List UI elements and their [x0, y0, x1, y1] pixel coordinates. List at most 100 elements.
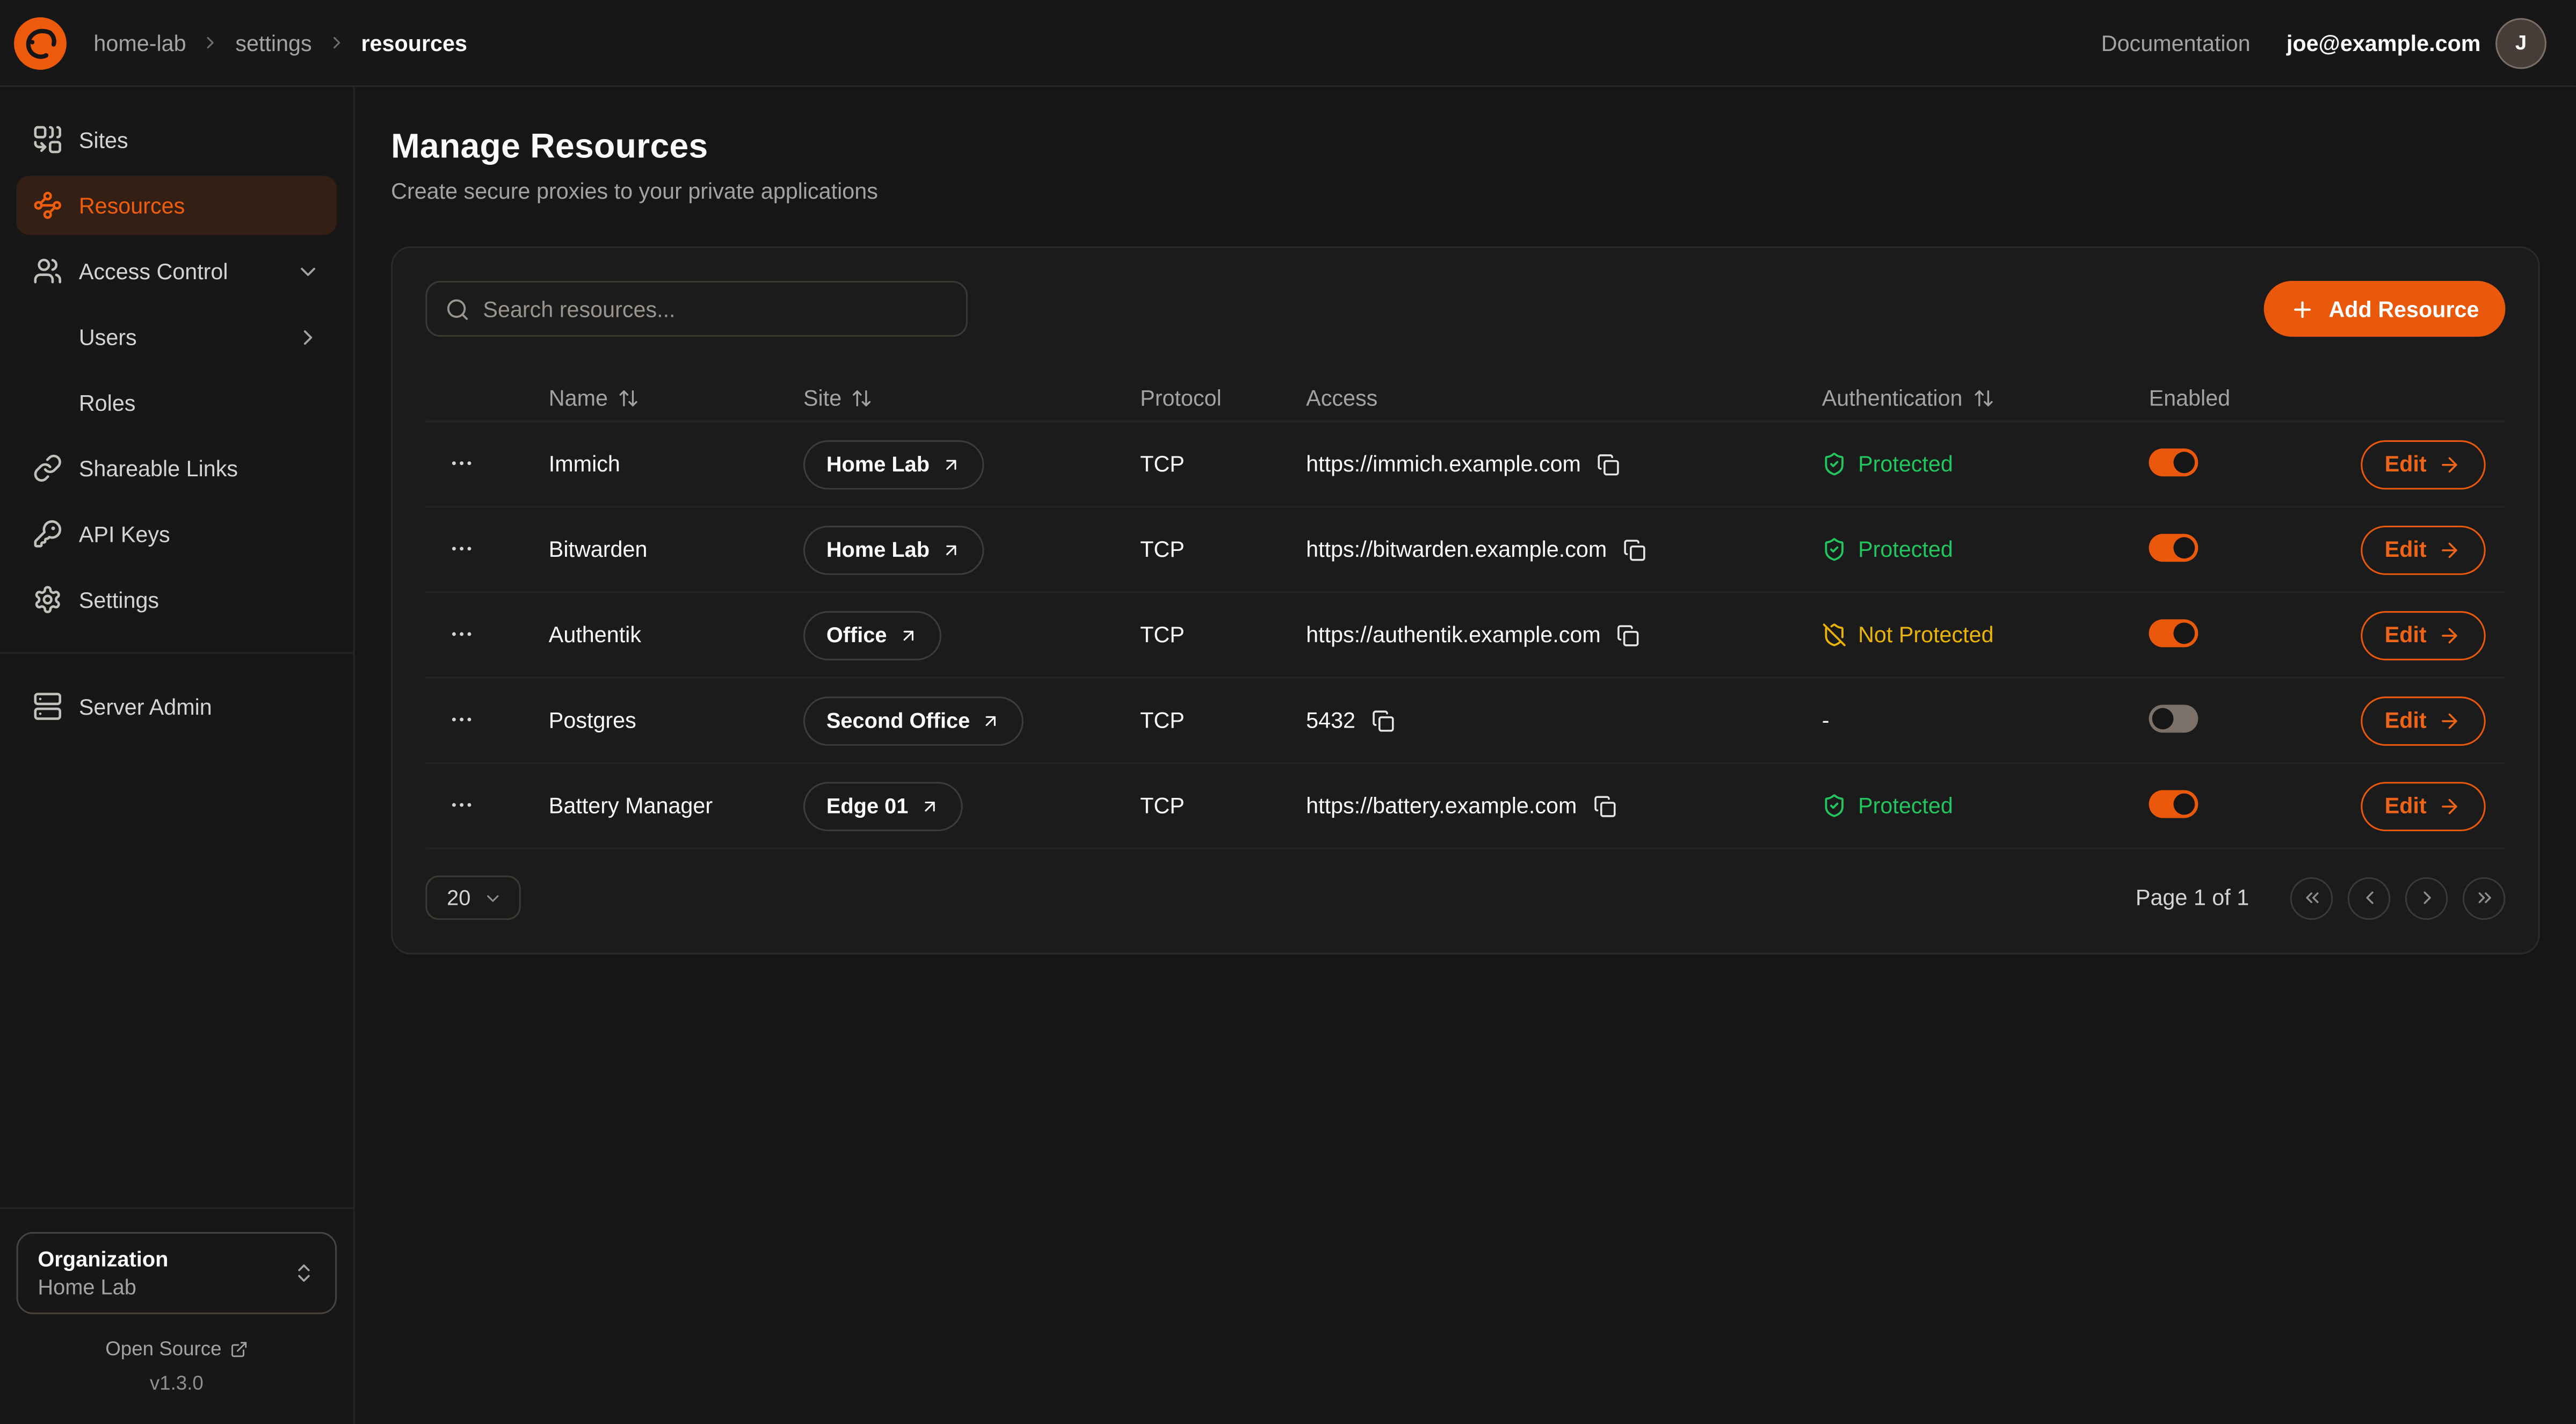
resources-card: Add Resource Name Sit	[391, 246, 2540, 955]
user-email[interactable]: joe@example.com	[2287, 31, 2481, 55]
breadcrumb-settings[interactable]: settings	[235, 31, 311, 55]
resource-protocol: TCP	[1111, 537, 1276, 562]
site-name: Second Office	[826, 708, 970, 733]
sidebar-item-roles[interactable]: Roles	[17, 373, 337, 432]
sidebar-item-label: Settings	[79, 587, 159, 612]
chevrons-up-down-icon	[293, 1262, 316, 1285]
sidebar-item-label: Server Admin	[79, 694, 212, 719]
documentation-link[interactable]: Documentation	[2101, 31, 2251, 55]
last-page-button[interactable]	[2463, 876, 2506, 919]
external-link-icon	[230, 1340, 248, 1358]
header-site[interactable]: Site	[774, 386, 1111, 411]
copy-icon	[1617, 623, 1640, 646]
header-name[interactable]: Name	[519, 386, 774, 411]
chevron-right-icon	[201, 33, 221, 53]
avatar[interactable]: J	[2495, 17, 2546, 68]
page-size-select[interactable]: 20	[425, 876, 521, 920]
sidebar-item-label: Access Control	[79, 259, 228, 284]
edit-button[interactable]: Edit	[2360, 525, 2486, 574]
sidebar-item-server-admin[interactable]: Server Admin	[17, 677, 337, 736]
copy-icon	[1623, 538, 1646, 561]
site-link[interactable]: Home Lab	[803, 525, 984, 574]
site-name: Home Lab	[826, 537, 930, 562]
topbar: home-lab settings resources Documentatio…	[0, 0, 2576, 87]
resource-protocol: TCP	[1111, 452, 1276, 476]
edit-button[interactable]: Edit	[2360, 439, 2486, 489]
open-source-link[interactable]: Open Source	[17, 1337, 337, 1360]
copy-icon	[1372, 709, 1395, 732]
breadcrumb-org[interactable]: home-lab	[93, 31, 186, 55]
arrow-right-icon	[2438, 538, 2461, 561]
site-link[interactable]: Second Office	[803, 696, 1024, 745]
org-selector[interactable]: Organization Home Lab	[17, 1232, 337, 1314]
row-menu-button[interactable]	[445, 703, 478, 736]
resource-access-url[interactable]: https://bitwarden.example.com	[1306, 537, 1607, 562]
auth-status: Protected	[1822, 537, 2120, 562]
resource-access-url[interactable]: https://immich.example.com	[1306, 452, 1581, 476]
sidebar-footer: Organization Home Lab Open Source v1.3.0	[0, 1208, 353, 1408]
enabled-toggle[interactable]	[2149, 619, 2198, 646]
auth-status: Not Protected	[1822, 622, 2120, 647]
add-resource-button[interactable]: Add Resource	[2265, 281, 2505, 337]
breadcrumb-resources[interactable]: resources	[361, 31, 467, 55]
chevrons-right-icon	[2473, 887, 2495, 909]
search-input[interactable]	[483, 296, 948, 321]
row-menu-button[interactable]	[445, 788, 478, 821]
site-link[interactable]: Office	[803, 611, 941, 660]
server-icon	[33, 692, 62, 721]
toggle-knob	[2152, 707, 2174, 729]
enabled-toggle[interactable]	[2149, 704, 2198, 732]
breadcrumb: home-lab settings resources	[93, 31, 467, 55]
arrow-up-right-icon	[898, 625, 918, 645]
site-link[interactable]: Home Lab	[803, 439, 984, 489]
users-icon	[33, 256, 62, 286]
app-version: v1.3.0	[17, 1372, 337, 1395]
sidebar-divider	[0, 652, 353, 654]
resource-access-url[interactable]: https://battery.example.com	[1306, 794, 1577, 818]
header-access-label: Access	[1306, 386, 1377, 411]
copy-button[interactable]	[1622, 536, 1648, 563]
sidebar-item-settings[interactable]: Settings	[17, 570, 337, 629]
enabled-toggle[interactable]	[2149, 448, 2198, 476]
ellipsis-icon	[448, 706, 475, 732]
page-title: Manage Resources	[391, 128, 2540, 168]
next-page-button[interactable]	[2405, 876, 2448, 919]
sidebar-item-sites[interactable]: Sites	[17, 110, 337, 169]
resource-name: Authentik	[519, 622, 774, 647]
row-menu-button[interactable]	[445, 532, 478, 565]
sidebar-item-users[interactable]: Users	[17, 307, 337, 366]
sidebar-item-resources[interactable]: Resources	[17, 176, 337, 235]
edit-button[interactable]: Edit	[2360, 781, 2486, 831]
ellipsis-icon	[448, 621, 475, 647]
page-status: Page 1 of 1	[2136, 885, 2249, 910]
enabled-toggle[interactable]	[2149, 789, 2198, 817]
sidebar-item-label: Shareable Links	[79, 456, 238, 481]
edit-button[interactable]: Edit	[2360, 696, 2486, 745]
chevrons-left-icon	[2301, 887, 2323, 909]
header-authentication[interactable]: Authentication	[1793, 386, 2120, 411]
sidebar-item-api-keys[interactable]: API Keys	[17, 504, 337, 563]
sidebar-item-shareable-links[interactable]: Shareable Links	[17, 439, 337, 498]
prev-page-button[interactable]	[2348, 876, 2391, 919]
sidebar-item-access-control[interactable]: Access Control	[17, 242, 337, 301]
first-page-button[interactable]	[2290, 876, 2333, 919]
table-row: Postgres Second Office TCP 5432 - Edit	[425, 678, 2505, 764]
copy-button[interactable]	[1592, 793, 1618, 819]
site-name: Office	[826, 622, 887, 647]
row-menu-button[interactable]	[445, 447, 478, 479]
copy-button[interactable]	[1370, 707, 1397, 733]
header-name-label: Name	[549, 386, 608, 411]
site-name: Home Lab	[826, 452, 930, 476]
copy-button[interactable]	[1615, 622, 1642, 648]
site-link[interactable]: Edge 01	[803, 781, 962, 831]
resource-access-url[interactable]: 5432	[1306, 708, 1355, 733]
resource-access-url[interactable]: https://authentik.example.com	[1306, 622, 1601, 647]
waypoints-icon	[33, 191, 62, 220]
row-menu-button[interactable]	[445, 617, 478, 650]
arrow-up-right-icon	[941, 454, 961, 474]
enabled-toggle[interactable]	[2149, 533, 2198, 561]
copy-button[interactable]	[1596, 451, 1622, 477]
toggle-knob	[2173, 793, 2195, 814]
edit-button[interactable]: Edit	[2360, 611, 2486, 660]
chevron-down-icon	[484, 888, 504, 908]
